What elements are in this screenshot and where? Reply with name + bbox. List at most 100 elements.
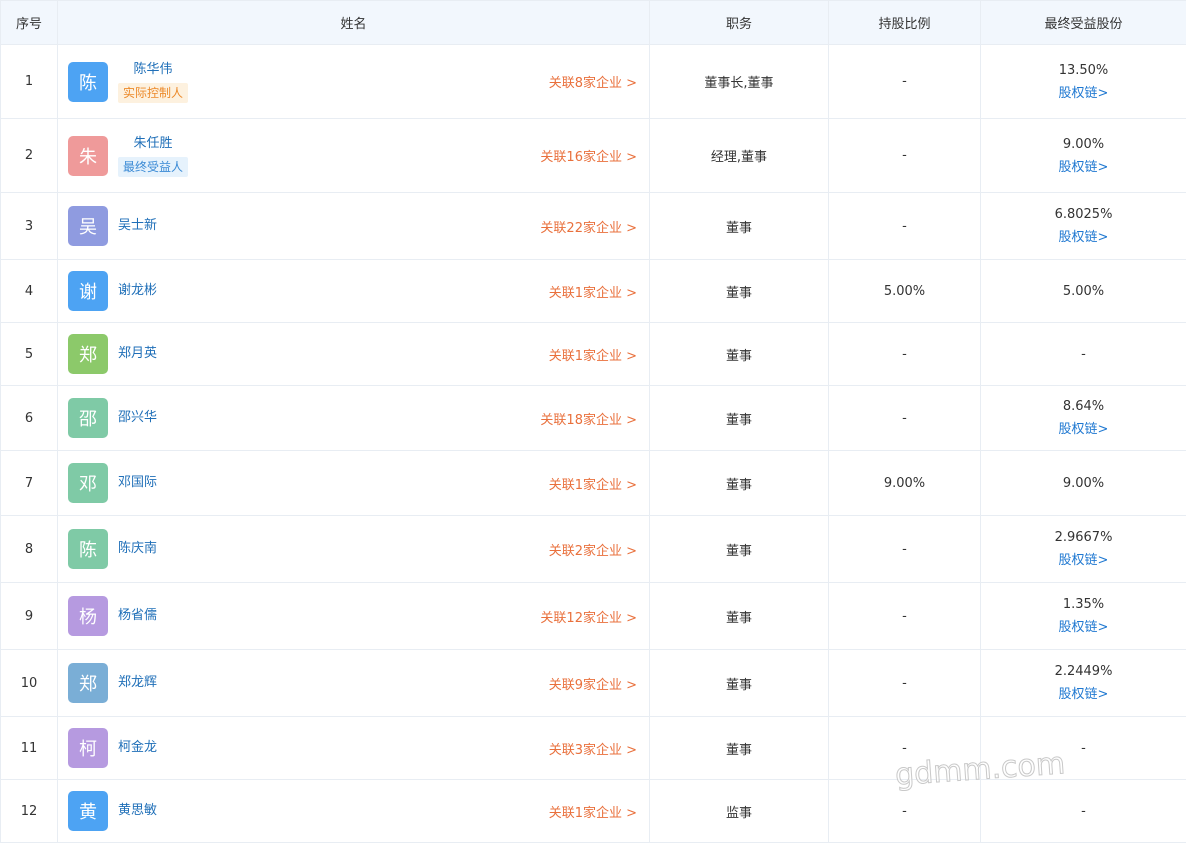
name-block: 邵兴华 xyxy=(118,409,157,427)
person-name-link[interactable]: 邵兴华 xyxy=(118,409,157,427)
related-companies-link[interactable]: 关联1家企业 > xyxy=(549,345,637,364)
person-name-link[interactable]: 谢龙彬 xyxy=(118,282,157,300)
cell-position: 董事 xyxy=(650,386,829,451)
related-companies-link[interactable]: 关联16家企业 > xyxy=(540,146,637,165)
ultimate-share-value: - xyxy=(981,347,1186,362)
cell-position: 董事 xyxy=(650,260,829,323)
cell-share-ratio: - xyxy=(829,583,981,650)
table-row: 11 柯 柯金龙 关联3家企业 > 董事 - - xyxy=(1,717,1186,780)
cell-ultimate-share: 1.35% 股权链> xyxy=(981,583,1186,650)
avatar[interactable]: 朱 xyxy=(68,136,108,176)
table-row: 8 陈 陈庆南 关联2家企业 > 董事 - 2.9667% 股权链> xyxy=(1,516,1186,583)
related-companies-link[interactable]: 关联1家企业 > xyxy=(549,802,637,821)
avatar[interactable]: 吴 xyxy=(68,206,108,246)
ultimate-share-value: 8.64% xyxy=(981,399,1186,414)
cell-name: 柯 柯金龙 关联3家企业 > xyxy=(58,717,650,780)
person-name-link[interactable]: 柯金龙 xyxy=(118,739,157,757)
ultimate-share-value: 2.9667% xyxy=(981,530,1186,545)
person-name-link[interactable]: 陈庆南 xyxy=(118,540,157,558)
table-header-row: 序号 姓名 职务 持股比例 最终受益股份 xyxy=(1,1,1186,45)
header-name: 姓名 xyxy=(58,1,650,45)
table-row: 6 邵 邵兴华 关联18家企业 > 董事 - 8.64% 股权链> xyxy=(1,386,1186,451)
cell-position: 董事 xyxy=(650,451,829,516)
person-name-link[interactable]: 杨省儒 xyxy=(118,607,157,625)
cell-share-ratio: - xyxy=(829,193,981,260)
person-name-link[interactable]: 郑龙辉 xyxy=(118,674,157,692)
avatar[interactable]: 邵 xyxy=(68,398,108,438)
avatar[interactable]: 杨 xyxy=(68,596,108,636)
cell-name: 杨 杨省儒 关联12家企业 > xyxy=(58,583,650,650)
equity-chain-link[interactable]: 股权链> xyxy=(981,226,1186,245)
avatar[interactable]: 郑 xyxy=(68,663,108,703)
cell-share-ratio: 5.00% xyxy=(829,260,981,323)
cell-ultimate-share: 2.9667% 股权链> xyxy=(981,516,1186,583)
name-block: 谢龙彬 xyxy=(118,282,157,300)
cell-position: 董事 xyxy=(650,650,829,717)
equity-chain-link[interactable]: 股权链> xyxy=(981,156,1186,175)
person-tag-controller: 实际控制人 xyxy=(118,83,188,103)
cell-index: 12 xyxy=(1,780,58,843)
cell-position: 董事长,董事 xyxy=(650,45,829,119)
avatar[interactable]: 陈 xyxy=(68,529,108,569)
person-name-link[interactable]: 朱任胜 xyxy=(118,135,188,153)
cell-name: 朱 朱任胜 最终受益人 关联16家企业 > xyxy=(58,119,650,193)
name-block: 陈庆南 xyxy=(118,540,157,558)
avatar[interactable]: 郑 xyxy=(68,334,108,374)
avatar[interactable]: 邓 xyxy=(68,463,108,503)
cell-share-ratio: - xyxy=(829,650,981,717)
avatar[interactable]: 黄 xyxy=(68,791,108,831)
cell-share-ratio: - xyxy=(829,323,981,386)
cell-name: 邵 邵兴华 关联18家企业 > xyxy=(58,386,650,451)
cell-ultimate-share: 6.8025% 股权链> xyxy=(981,193,1186,260)
equity-chain-link[interactable]: 股权链> xyxy=(981,683,1186,702)
avatar[interactable]: 柯 xyxy=(68,728,108,768)
person-name-link[interactable]: 黄思敏 xyxy=(118,802,157,820)
related-companies-link[interactable]: 关联2家企业 > xyxy=(549,540,637,559)
ultimate-share-value: 9.00% xyxy=(981,476,1186,491)
cell-ultimate-share: 9.00% xyxy=(981,451,1186,516)
table-row: 4 谢 谢龙彬 关联1家企业 > 董事 5.00% 5.00% xyxy=(1,260,1186,323)
equity-chain-link[interactable]: 股权链> xyxy=(981,82,1186,101)
cell-index: 7 xyxy=(1,451,58,516)
cell-name: 谢 谢龙彬 关联1家企业 > xyxy=(58,260,650,323)
cell-ultimate-share: - xyxy=(981,780,1186,843)
person-name-link[interactable]: 陈华伟 xyxy=(118,61,188,79)
cell-name: 黄 黄思敏 关联1家企业 > xyxy=(58,780,650,843)
cell-index: 6 xyxy=(1,386,58,451)
cell-index: 3 xyxy=(1,193,58,260)
cell-index: 4 xyxy=(1,260,58,323)
table-row: 10 郑 郑龙辉 关联9家企业 > 董事 - 2.2449% 股权链> xyxy=(1,650,1186,717)
person-name-link[interactable]: 邓国际 xyxy=(118,474,157,492)
header-position: 职务 xyxy=(650,1,829,45)
related-companies-link[interactable]: 关联9家企业 > xyxy=(549,674,637,693)
related-companies-link[interactable]: 关联1家企业 > xyxy=(549,282,637,301)
table-row: 3 吴 吴士新 关联22家企业 > 董事 - 6.8025% 股权链> xyxy=(1,193,1186,260)
ultimate-share-value: 6.8025% xyxy=(981,207,1186,222)
equity-chain-link[interactable]: 股权链> xyxy=(981,616,1186,635)
cell-name: 陈 陈庆南 关联2家企业 > xyxy=(58,516,650,583)
related-companies-link[interactable]: 关联12家企业 > xyxy=(540,607,637,626)
cell-name: 陈 陈华伟 实际控制人 关联8家企业 > xyxy=(58,45,650,119)
avatar[interactable]: 谢 xyxy=(68,271,108,311)
related-companies-link[interactable]: 关联22家企业 > xyxy=(540,217,637,236)
person-name-link[interactable]: 郑月英 xyxy=(118,345,157,363)
related-companies-link[interactable]: 关联18家企业 > xyxy=(540,409,637,428)
ultimate-share-value: 13.50% xyxy=(981,63,1186,78)
equity-chain-link[interactable]: 股权链> xyxy=(981,549,1186,568)
person-name-link[interactable]: 吴士新 xyxy=(118,217,157,235)
name-block: 吴士新 xyxy=(118,217,157,235)
related-companies-link[interactable]: 关联1家企业 > xyxy=(549,474,637,493)
equity-chain-link[interactable]: 股权链> xyxy=(981,418,1186,437)
table-body: 1 陈 陈华伟 实际控制人 关联8家企业 > 董事长,董事 - 13.50% 股… xyxy=(1,45,1186,843)
cell-position: 董事 xyxy=(650,516,829,583)
avatar[interactable]: 陈 xyxy=(68,62,108,102)
cell-index: 8 xyxy=(1,516,58,583)
cell-position: 董事 xyxy=(650,323,829,386)
ultimate-share-value: 2.2449% xyxy=(981,664,1186,679)
ultimate-share-value: 1.35% xyxy=(981,597,1186,612)
related-companies-link[interactable]: 关联8家企业 > xyxy=(549,72,637,91)
related-companies-link[interactable]: 关联3家企业 > xyxy=(549,739,637,758)
table-row: 9 杨 杨省儒 关联12家企业 > 董事 - 1.35% 股权链> xyxy=(1,583,1186,650)
cell-name: 吴 吴士新 关联22家企业 > xyxy=(58,193,650,260)
cell-share-ratio: - xyxy=(829,386,981,451)
